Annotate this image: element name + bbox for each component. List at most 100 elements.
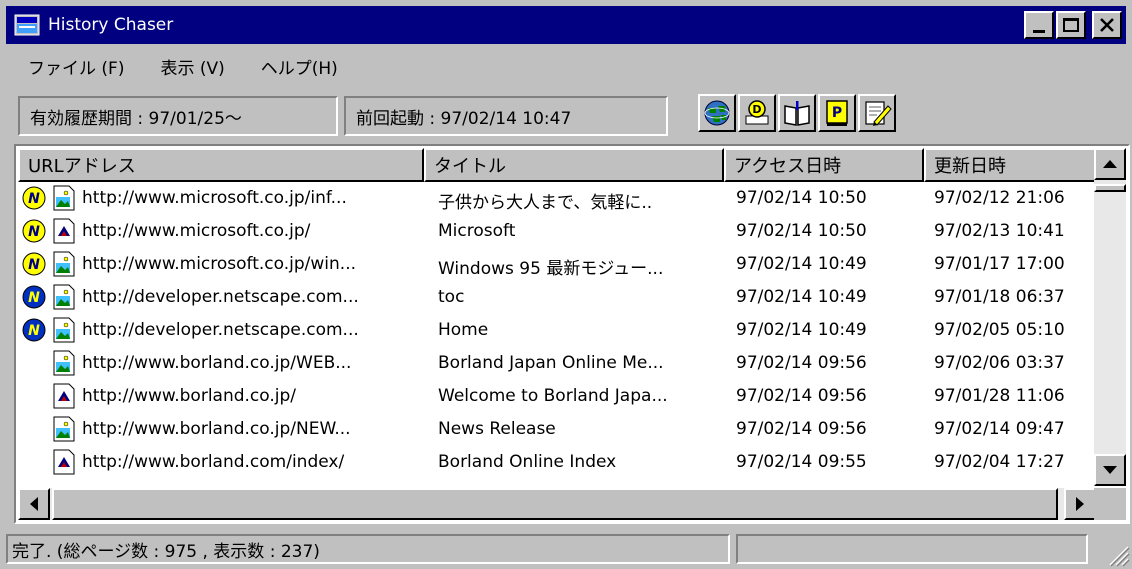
netscape-icon-blue: N [22, 318, 46, 342]
svg-text:N: N [28, 224, 40, 240]
globe-button[interactable] [698, 94, 736, 132]
minimize-button[interactable] [1024, 11, 1054, 39]
cell-access: 97/02/14 10:49 [736, 254, 867, 274]
history-list[interactable]: URLアドレス タイトル アクセス日時 更新日時 Nhttp://www.mic… [14, 144, 1130, 524]
menu-file[interactable]: ファイル (F) [6, 54, 138, 79]
table-row[interactable]: http://www.borland.co.jp/WEB... Borland J… [18, 347, 1096, 380]
column-header-access[interactable]: アクセス日時 [724, 148, 924, 182]
cell-updated: 97/02/05 05:10 [934, 320, 1065, 340]
svg-text:N: N [28, 257, 40, 273]
cell-access: 97/02/14 09:55 [736, 452, 867, 472]
resize-grip-icon[interactable] [1104, 541, 1130, 567]
column-header-updated[interactable]: 更新日時 [924, 148, 1096, 182]
html-page-icon [52, 449, 76, 475]
arrow-left-icon [30, 497, 38, 511]
vertical-scrollbar[interactable] [1094, 148, 1126, 486]
cell-access: 97/02/14 10:50 [736, 221, 867, 241]
cell-title: Windows 95 最新モジュー... [438, 259, 664, 279]
table-row[interactable]: Nhttp://www.microsoft.co.jp/Microsoft 97/… [18, 215, 1096, 248]
cell-updated: 97/02/14 09:47 [934, 419, 1065, 439]
cell-url: http://developer.netscape.com... [82, 320, 359, 340]
horizontal-scroll-thumb[interactable] [52, 488, 1058, 520]
search-button[interactable]: D [738, 94, 776, 132]
menu-view[interactable]: 表示 (V) [138, 54, 238, 79]
cell-access: 97/02/14 10:49 [736, 320, 867, 340]
table-row[interactable]: Nhttp://developer.netscape.com... toc 97/0… [18, 281, 1096, 314]
app-icon[interactable] [14, 12, 40, 38]
svg-text:N: N [28, 191, 40, 207]
svg-text:P: P [832, 105, 842, 121]
cell-access: 97/02/14 10:49 [736, 287, 867, 307]
cell-updated: 97/02/12 21:06 [934, 188, 1065, 208]
netscape-icon-yellow: N [22, 252, 46, 276]
edit-button[interactable] [858, 94, 896, 132]
cell-title: Microsoft [438, 221, 516, 241]
app-window: History Chaser ファイル (F) 表示 (V) ヘルプ(H) 有効… [0, 0, 1132, 569]
cell-title: Borland Online Index [438, 452, 617, 472]
svg-text:D: D [752, 103, 761, 116]
column-header-url[interactable]: URLアドレス [18, 148, 424, 182]
minimize-icon [1033, 29, 1045, 33]
table-row[interactable]: http://www.borland.com/index/Borland Onl… [18, 446, 1096, 479]
cell-url: http://developer.netscape.com... [82, 287, 359, 307]
cell-updated: 97/02/13 10:41 [934, 221, 1065, 241]
cell-updated: 97/02/06 03:37 [934, 353, 1065, 373]
scroll-down-button[interactable] [1094, 454, 1126, 486]
cell-url: http://www.borland.co.jp/NEW... [82, 419, 351, 439]
cell-title: Borland Japan Online Me... [438, 353, 664, 373]
cell-url: http://www.microsoft.co.jp/win... [82, 254, 357, 274]
scroll-right-button[interactable] [1064, 488, 1096, 520]
search-icon: D [745, 100, 769, 125]
table-row[interactable]: Nhttp://developer.netscape.com... Home 97/… [18, 314, 1096, 347]
last-launch-text: 前回起動 : 97/02/14 10:47 [356, 108, 572, 129]
status-panel: 完了. (総ページ数 : 975 , 表示数 : 237) [6, 534, 730, 564]
cell-updated: 97/02/04 17:27 [934, 452, 1065, 472]
arrow-down-icon [1103, 466, 1117, 474]
scrollbar-corner [1094, 488, 1126, 520]
book-button[interactable] [778, 94, 816, 132]
cell-title: Home [438, 320, 489, 340]
cell-access: 97/02/14 10:50 [736, 188, 867, 208]
table-row[interactable]: Nhttp://www.microsoft.co.jp/win... Window… [18, 248, 1096, 281]
image-page-icon [52, 350, 76, 376]
cell-access: 97/02/14 09:56 [736, 353, 867, 373]
image-page-icon [52, 416, 76, 442]
vertical-scroll-thumb[interactable] [1094, 184, 1126, 192]
status-panel-secondary [736, 534, 1088, 564]
cell-url: http://www.microsoft.co.jp/inf... [82, 188, 347, 208]
cell-access: 97/02/14 09:56 [736, 419, 867, 439]
menu-help[interactable]: ヘルプ(H) [239, 54, 352, 79]
cell-updated: 97/01/28 11:06 [934, 386, 1065, 406]
svg-text:N: N [28, 290, 40, 306]
last-launch-panel: 前回起動 : 97/02/14 10:47 [344, 96, 668, 136]
scroll-left-button[interactable] [18, 488, 50, 520]
column-headers: URLアドレス タイトル アクセス日時 更新日時 [18, 148, 1096, 182]
maximize-icon [1063, 18, 1079, 32]
status-text: 完了. (総ページ数 : 975 , 表示数 : 237) [12, 541, 320, 562]
menu-bar: ファイル (F) 表示 (V) ヘルプ(H) [6, 48, 352, 84]
list-rows: Nhttp://www.microsoft.co.jp/inf... 子供から大人… [18, 182, 1096, 479]
cell-title: 子供から大人まで、気軽に.. [438, 193, 653, 213]
window-title: History Chaser [48, 15, 174, 35]
close-button[interactable] [1092, 11, 1122, 39]
image-page-icon [52, 251, 76, 277]
image-page-icon [52, 185, 76, 211]
horizontal-scrollbar[interactable] [18, 488, 1096, 520]
valid-period-text: 有効履歴期間 : 97/01/25〜 [30, 108, 242, 129]
maximize-button[interactable] [1056, 11, 1086, 39]
table-row[interactable]: http://www.borland.co.jp/Welcome to Borl… [18, 380, 1096, 413]
column-header-title[interactable]: タイトル [424, 148, 724, 182]
image-page-icon [52, 317, 76, 343]
close-icon [1100, 18, 1114, 32]
cell-updated: 97/01/18 06:37 [934, 287, 1065, 307]
table-row[interactable]: Nhttp://www.microsoft.co.jp/inf... 子供から大人… [18, 182, 1096, 215]
arrow-up-icon [1103, 160, 1117, 168]
cell-title: toc [438, 287, 465, 307]
svg-text:N: N [28, 323, 40, 339]
print-button[interactable]: P [818, 94, 856, 132]
title-bar[interactable]: History Chaser [6, 6, 1126, 44]
netscape-icon-yellow: N [22, 186, 46, 210]
scroll-up-button[interactable] [1094, 148, 1126, 180]
table-row[interactable]: http://www.borland.co.jp/NEW... News Rele… [18, 413, 1096, 446]
html-page-icon [52, 218, 76, 244]
